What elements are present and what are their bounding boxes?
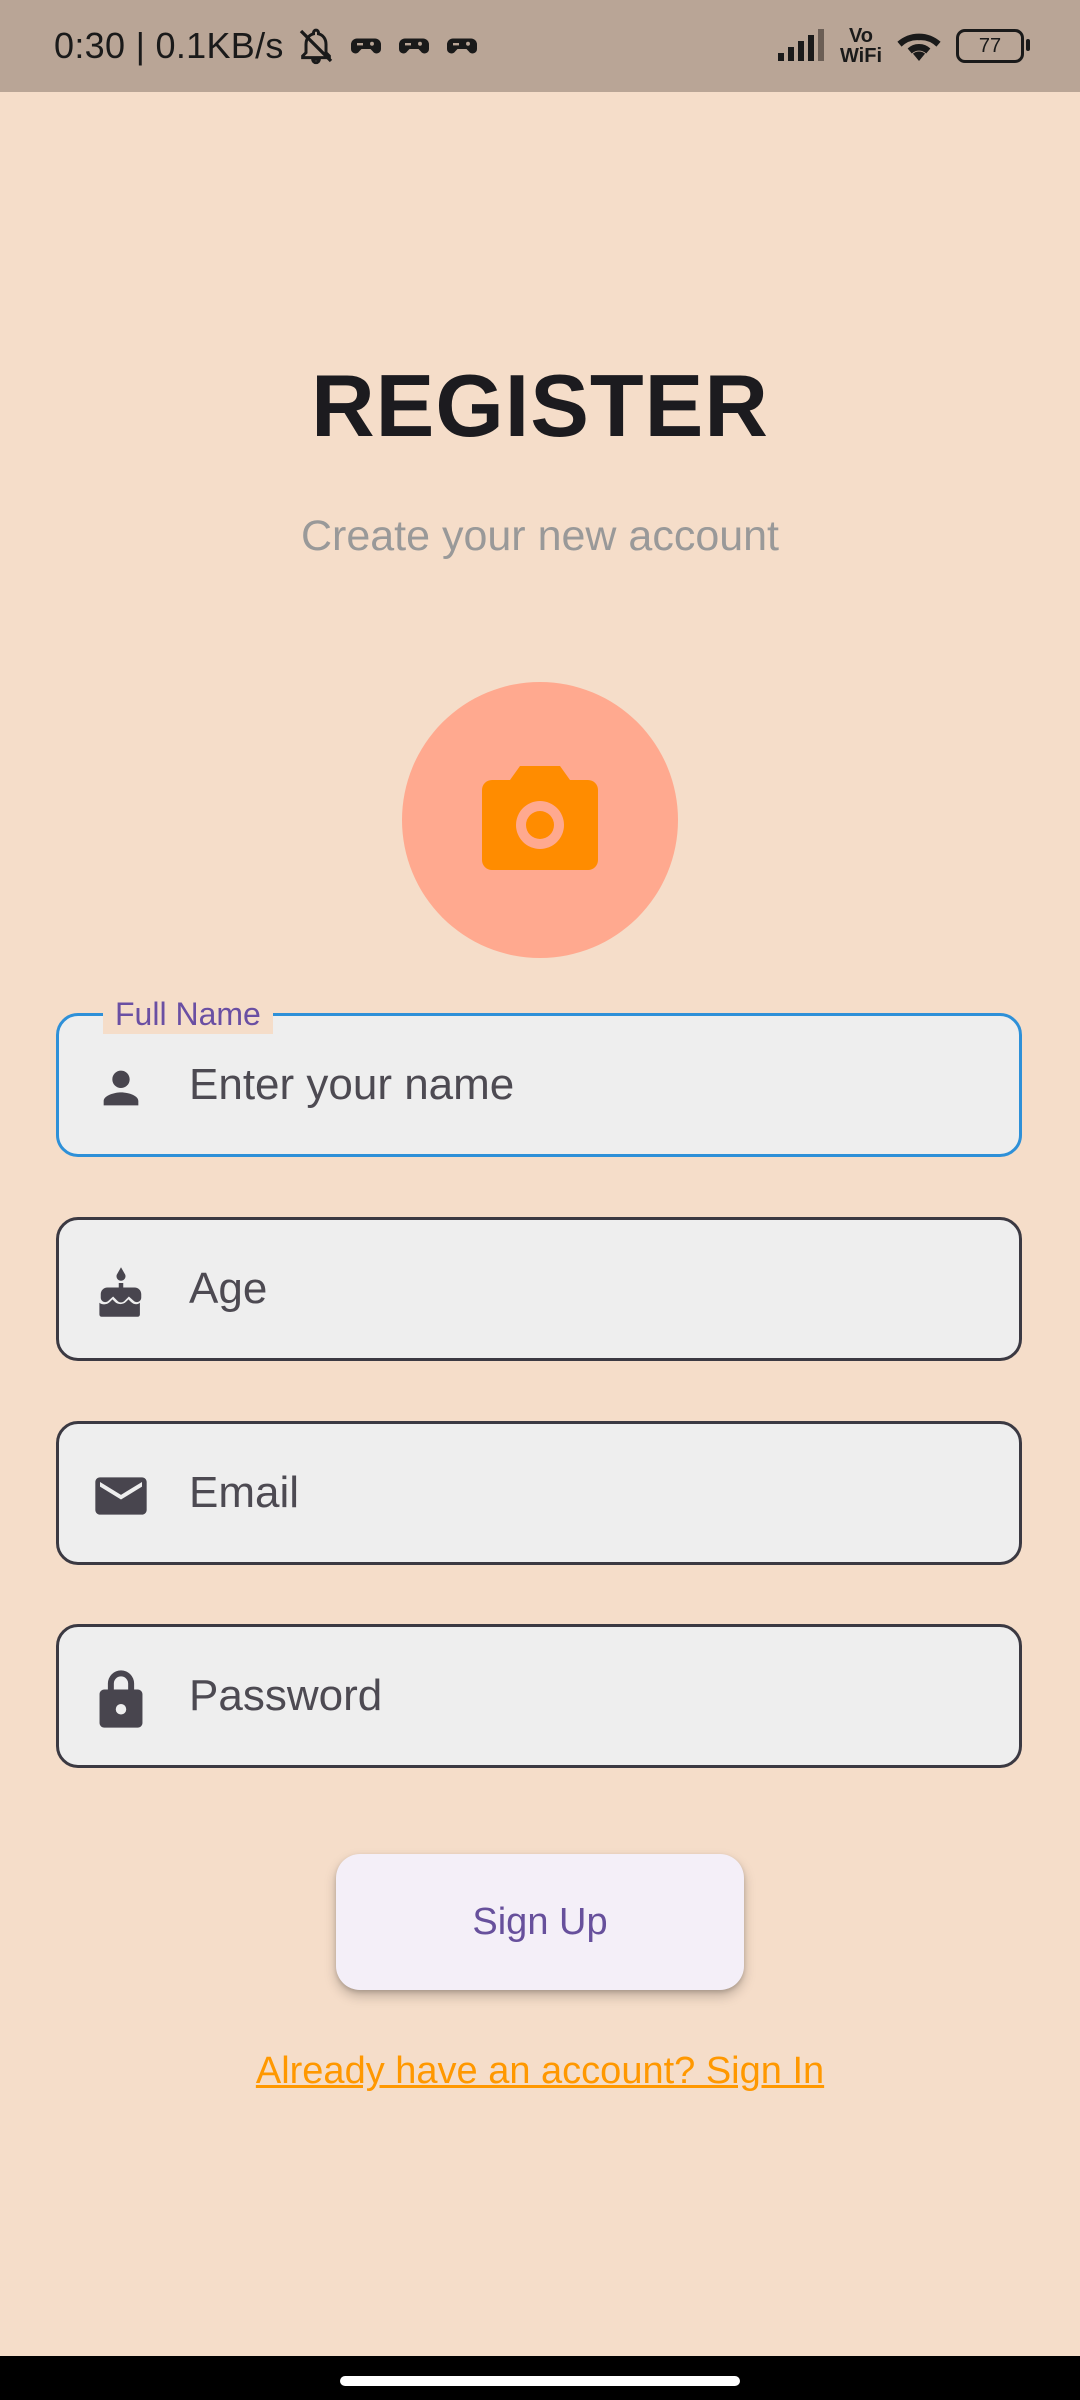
page-title: REGISTER [311, 356, 769, 455]
home-gesture-handle[interactable] [340, 2376, 740, 2386]
camera-icon [482, 765, 598, 875]
age-input[interactable] [189, 1220, 999, 1358]
page-subtitle: Create your new account [300, 512, 780, 560]
profile-photo-picker[interactable] [402, 682, 678, 958]
person-icon [93, 1060, 149, 1116]
lock-icon [93, 1670, 149, 1728]
wifi-icon [896, 26, 942, 67]
game-controller-icon [444, 28, 480, 64]
status-left: 0:30 | 0.1KB/s [54, 0, 480, 92]
mail-icon [93, 1468, 149, 1524]
email-field[interactable] [56, 1421, 1022, 1565]
signal-icon [776, 27, 826, 66]
battery-indicator: 77 [956, 29, 1030, 63]
game-controller-icon [396, 28, 432, 64]
battery-level: 77 [978, 34, 1002, 57]
vowifi-top: Vo [848, 25, 874, 47]
bell-off-icon [296, 26, 336, 66]
sign-in-link[interactable]: Already have an account? Sign In [0, 2050, 1080, 2093]
age-field[interactable] [56, 1217, 1022, 1361]
password-input[interactable] [189, 1627, 999, 1765]
navigation-bar [0, 2356, 1080, 2400]
sign-up-button[interactable]: Sign Up [336, 1854, 744, 1990]
cake-icon [93, 1264, 149, 1320]
status-bar: 0:30 | 0.1KB/s Vo WiFi 77 [0, 0, 1080, 92]
vowifi-bottom: WiFi [839, 45, 882, 67]
game-controller-icon [348, 28, 384, 64]
password-field[interactable] [56, 1624, 1022, 1768]
status-right: Vo WiFi 77 [776, 0, 1030, 92]
vowifi-indicator: Vo WiFi [840, 26, 882, 66]
email-input[interactable] [189, 1424, 999, 1562]
full-name-field[interactable]: Full Name [56, 994, 1022, 1157]
full-name-input[interactable] [189, 1016, 999, 1154]
status-time-speed: 0:30 | 0.1KB/s [54, 25, 284, 66]
